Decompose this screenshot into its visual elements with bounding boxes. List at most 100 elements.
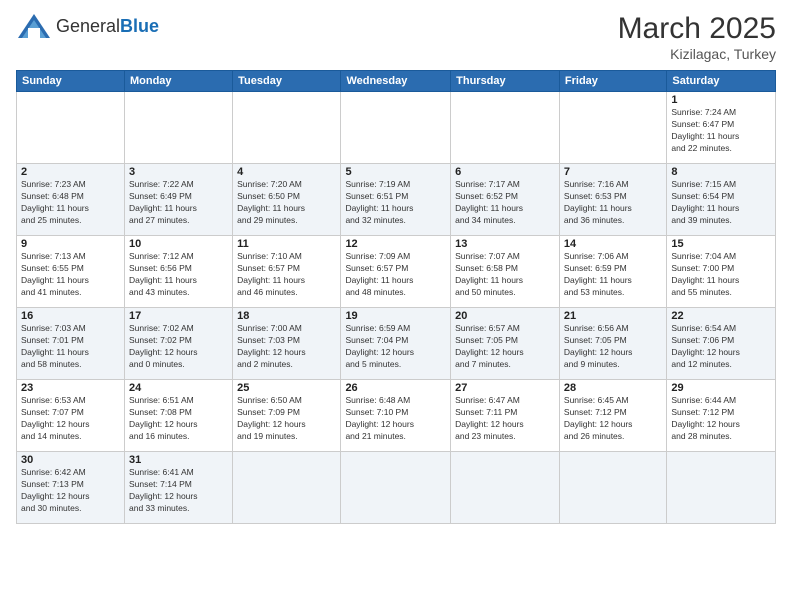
calendar-cell: 6Sunrise: 7:17 AM Sunset: 6:52 PM Daylig… [451, 164, 560, 236]
calendar-cell: 28Sunrise: 6:45 AM Sunset: 7:12 PM Dayli… [559, 380, 666, 452]
day-info: Sunrise: 7:02 AM Sunset: 7:02 PM Dayligh… [129, 323, 228, 371]
month-title: March 2025 [618, 12, 776, 46]
calendar-week-row: 2Sunrise: 7:23 AM Sunset: 6:48 PM Daylig… [17, 164, 776, 236]
day-number: 3 [129, 166, 228, 178]
col-monday: Monday [124, 71, 232, 92]
calendar-week-row: 9Sunrise: 7:13 AM Sunset: 6:55 PM Daylig… [17, 236, 776, 308]
calendar-cell: 27Sunrise: 6:47 AM Sunset: 7:11 PM Dayli… [451, 380, 560, 452]
day-info: Sunrise: 7:17 AM Sunset: 6:52 PM Dayligh… [455, 179, 555, 227]
col-sunday: Sunday [17, 71, 125, 92]
calendar-cell [451, 452, 560, 524]
day-number: 31 [129, 454, 228, 466]
day-info: Sunrise: 7:24 AM Sunset: 6:47 PM Dayligh… [671, 107, 771, 155]
calendar-cell: 1Sunrise: 7:24 AM Sunset: 6:47 PM Daylig… [667, 92, 776, 164]
day-number: 15 [671, 238, 771, 250]
day-number: 28 [564, 382, 662, 394]
calendar-cell [233, 92, 341, 164]
day-info: Sunrise: 7:03 AM Sunset: 7:01 PM Dayligh… [21, 323, 120, 371]
day-info: Sunrise: 7:04 AM Sunset: 7:00 PM Dayligh… [671, 251, 771, 299]
calendar-cell: 3Sunrise: 7:22 AM Sunset: 6:49 PM Daylig… [124, 164, 232, 236]
calendar-cell [233, 452, 341, 524]
day-info: Sunrise: 6:44 AM Sunset: 7:12 PM Dayligh… [671, 395, 771, 443]
calendar-cell: 26Sunrise: 6:48 AM Sunset: 7:10 PM Dayli… [341, 380, 451, 452]
day-number: 11 [237, 238, 336, 250]
day-number: 7 [564, 166, 662, 178]
day-number: 2 [21, 166, 120, 178]
calendar-cell: 7Sunrise: 7:16 AM Sunset: 6:53 PM Daylig… [559, 164, 666, 236]
calendar-cell: 12Sunrise: 7:09 AM Sunset: 6:57 PM Dayli… [341, 236, 451, 308]
calendar-cell: 13Sunrise: 7:07 AM Sunset: 6:58 PM Dayli… [451, 236, 560, 308]
calendar-cell [124, 92, 232, 164]
calendar-cell: 17Sunrise: 7:02 AM Sunset: 7:02 PM Dayli… [124, 308, 232, 380]
calendar-cell: 23Sunrise: 6:53 AM Sunset: 7:07 PM Dayli… [17, 380, 125, 452]
calendar-cell [559, 92, 666, 164]
day-number: 29 [671, 382, 771, 394]
day-number: 22 [671, 310, 771, 322]
day-info: Sunrise: 7:09 AM Sunset: 6:57 PM Dayligh… [345, 251, 446, 299]
day-info: Sunrise: 7:16 AM Sunset: 6:53 PM Dayligh… [564, 179, 662, 227]
calendar-cell [667, 452, 776, 524]
calendar-cell [559, 452, 666, 524]
day-info: Sunrise: 6:53 AM Sunset: 7:07 PM Dayligh… [21, 395, 120, 443]
day-number: 8 [671, 166, 771, 178]
day-info: Sunrise: 7:20 AM Sunset: 6:50 PM Dayligh… [237, 179, 336, 227]
calendar-cell: 11Sunrise: 7:10 AM Sunset: 6:57 PM Dayli… [233, 236, 341, 308]
day-number: 14 [564, 238, 662, 250]
calendar-cell: 18Sunrise: 7:00 AM Sunset: 7:03 PM Dayli… [233, 308, 341, 380]
title-block: March 2025 Kizilagac, Turkey [618, 12, 776, 62]
calendar-cell: 21Sunrise: 6:56 AM Sunset: 7:05 PM Dayli… [559, 308, 666, 380]
day-number: 30 [21, 454, 120, 466]
calendar-cell: 14Sunrise: 7:06 AM Sunset: 6:59 PM Dayli… [559, 236, 666, 308]
calendar-cell [341, 92, 451, 164]
calendar-cell: 5Sunrise: 7:19 AM Sunset: 6:51 PM Daylig… [341, 164, 451, 236]
calendar-cell: 8Sunrise: 7:15 AM Sunset: 6:54 PM Daylig… [667, 164, 776, 236]
day-number: 13 [455, 238, 555, 250]
logo-icon [16, 12, 52, 40]
day-info: Sunrise: 6:45 AM Sunset: 7:12 PM Dayligh… [564, 395, 662, 443]
day-number: 20 [455, 310, 555, 322]
day-info: Sunrise: 6:56 AM Sunset: 7:05 PM Dayligh… [564, 323, 662, 371]
calendar-week-row: 23Sunrise: 6:53 AM Sunset: 7:07 PM Dayli… [17, 380, 776, 452]
day-number: 18 [237, 310, 336, 322]
calendar-cell: 9Sunrise: 7:13 AM Sunset: 6:55 PM Daylig… [17, 236, 125, 308]
day-number: 17 [129, 310, 228, 322]
calendar-cell: 19Sunrise: 6:59 AM Sunset: 7:04 PM Dayli… [341, 308, 451, 380]
day-number: 25 [237, 382, 336, 394]
day-number: 16 [21, 310, 120, 322]
day-info: Sunrise: 6:48 AM Sunset: 7:10 PM Dayligh… [345, 395, 446, 443]
calendar-cell: 2Sunrise: 7:23 AM Sunset: 6:48 PM Daylig… [17, 164, 125, 236]
day-info: Sunrise: 6:51 AM Sunset: 7:08 PM Dayligh… [129, 395, 228, 443]
col-wednesday: Wednesday [341, 71, 451, 92]
calendar-cell: 16Sunrise: 7:03 AM Sunset: 7:01 PM Dayli… [17, 308, 125, 380]
day-info: Sunrise: 6:59 AM Sunset: 7:04 PM Dayligh… [345, 323, 446, 371]
col-tuesday: Tuesday [233, 71, 341, 92]
calendar-page: GeneralBlue March 2025 Kizilagac, Turkey… [0, 0, 792, 612]
calendar-cell [17, 92, 125, 164]
calendar-cell: 4Sunrise: 7:20 AM Sunset: 6:50 PM Daylig… [233, 164, 341, 236]
calendar-cell: 29Sunrise: 6:44 AM Sunset: 7:12 PM Dayli… [667, 380, 776, 452]
calendar-week-row: 1Sunrise: 7:24 AM Sunset: 6:47 PM Daylig… [17, 92, 776, 164]
day-number: 26 [345, 382, 446, 394]
day-number: 24 [129, 382, 228, 394]
day-number: 27 [455, 382, 555, 394]
day-info: Sunrise: 6:50 AM Sunset: 7:09 PM Dayligh… [237, 395, 336, 443]
day-info: Sunrise: 7:07 AM Sunset: 6:58 PM Dayligh… [455, 251, 555, 299]
day-number: 19 [345, 310, 446, 322]
day-info: Sunrise: 7:00 AM Sunset: 7:03 PM Dayligh… [237, 323, 336, 371]
day-number: 1 [671, 94, 771, 106]
day-number: 4 [237, 166, 336, 178]
day-info: Sunrise: 6:47 AM Sunset: 7:11 PM Dayligh… [455, 395, 555, 443]
location: Kizilagac, Turkey [618, 46, 776, 62]
calendar-cell: 30Sunrise: 6:42 AM Sunset: 7:13 PM Dayli… [17, 452, 125, 524]
calendar-cell: 31Sunrise: 6:41 AM Sunset: 7:14 PM Dayli… [124, 452, 232, 524]
calendar-cell: 10Sunrise: 7:12 AM Sunset: 6:56 PM Dayli… [124, 236, 232, 308]
calendar-week-row: 16Sunrise: 7:03 AM Sunset: 7:01 PM Dayli… [17, 308, 776, 380]
header-row: Sunday Monday Tuesday Wednesday Thursday… [17, 71, 776, 92]
calendar-cell [451, 92, 560, 164]
day-info: Sunrise: 7:06 AM Sunset: 6:59 PM Dayligh… [564, 251, 662, 299]
logo-text: GeneralBlue [56, 16, 159, 37]
col-saturday: Saturday [667, 71, 776, 92]
page-header: GeneralBlue March 2025 Kizilagac, Turkey [16, 12, 776, 62]
calendar-cell: 24Sunrise: 6:51 AM Sunset: 7:08 PM Dayli… [124, 380, 232, 452]
calendar-cell [341, 452, 451, 524]
